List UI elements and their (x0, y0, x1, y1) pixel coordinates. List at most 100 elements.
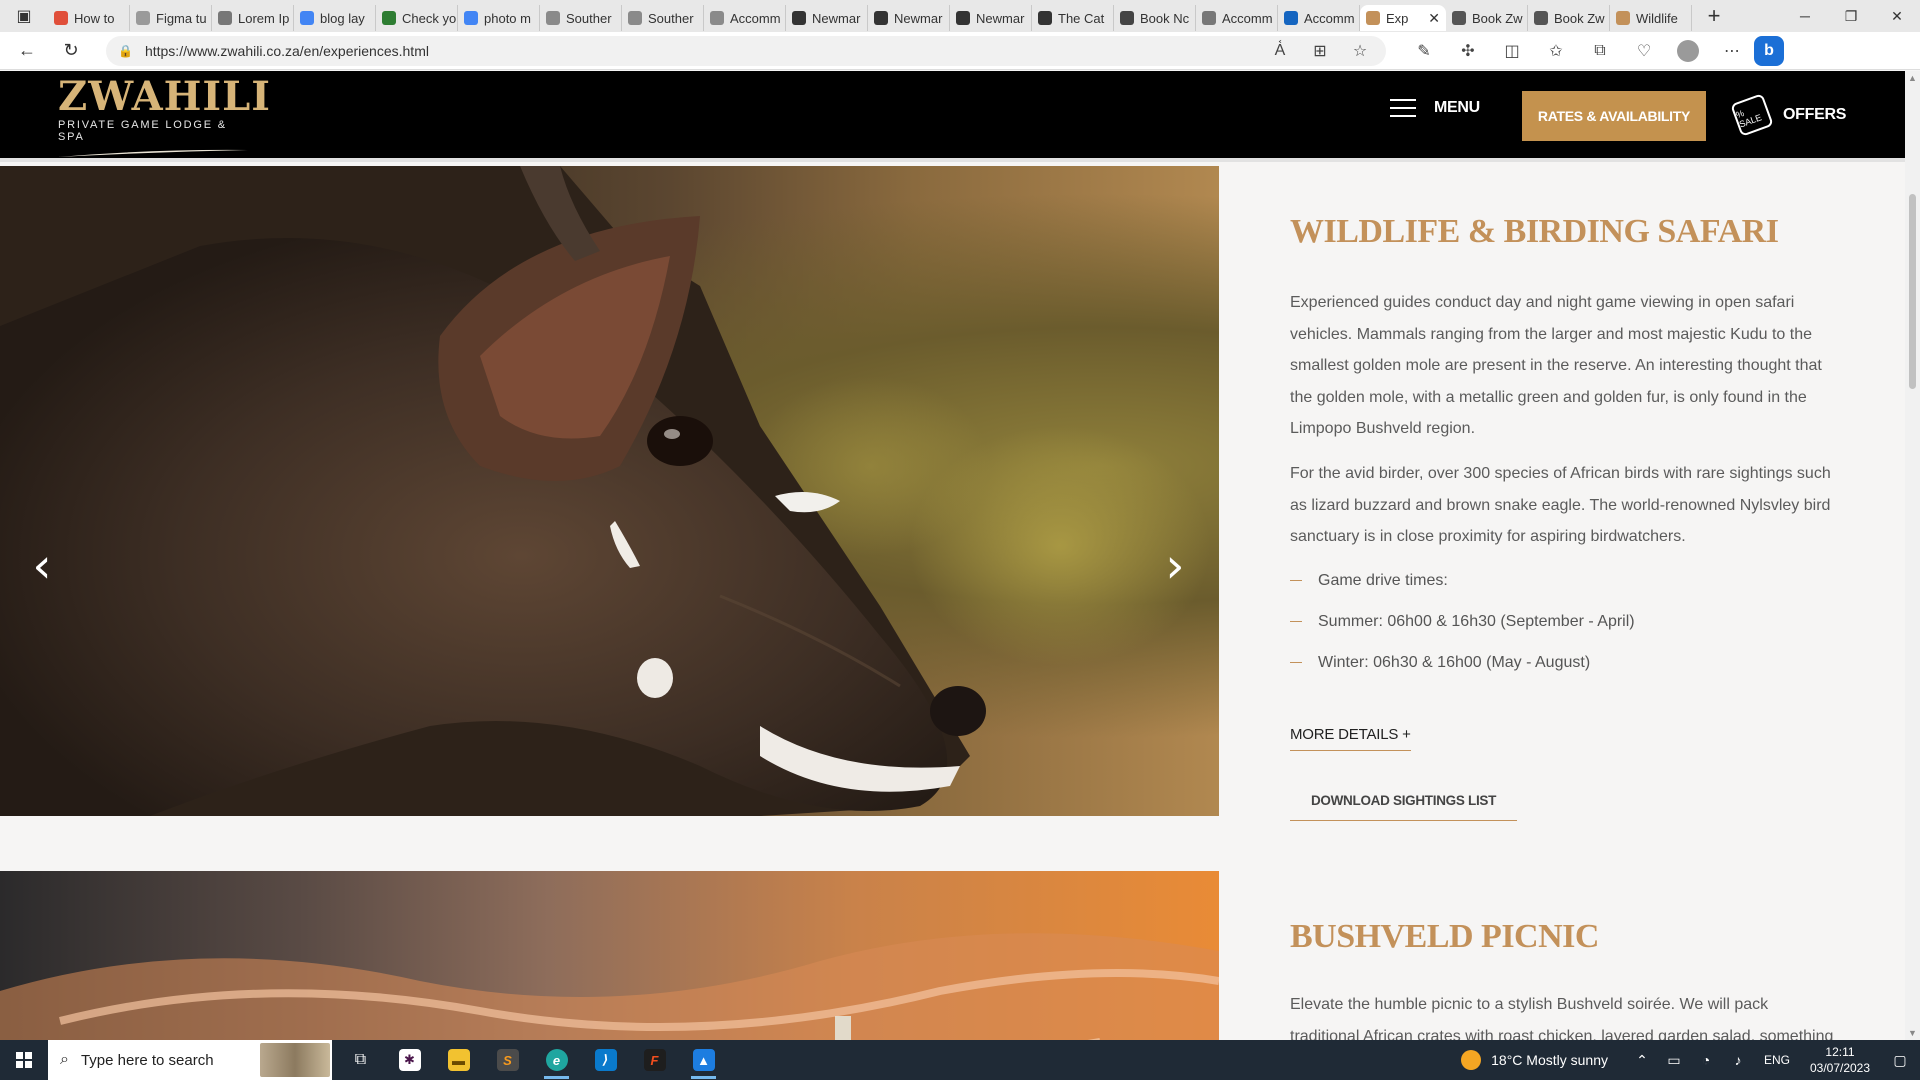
figma-icon[interactable]: F (630, 1040, 679, 1080)
volume-icon[interactable]: ♪ (1722, 1052, 1754, 1068)
taskbar-search[interactable]: ⌕ Type here to search (48, 1040, 332, 1080)
address-bar[interactable]: 🔒 https://www.zwahili.co.za/en/experienc… (106, 35, 1386, 66)
back-icon[interactable]: ← (10, 36, 44, 66)
menu-button[interactable]: MENU (1390, 99, 1480, 117)
browser-tab[interactable]: Exp ✕ (1360, 5, 1446, 31)
download-sightings-button[interactable]: DOWNLOAD SIGHTINGS LIST (1290, 781, 1517, 821)
wildlife-paragraph-2: For the avid birder, over 300 species of… (1290, 465, 1831, 545)
clock[interactable]: 12:11 03/07/2023 (1800, 1044, 1880, 1076)
refresh-icon[interactable]: ↻ (54, 36, 88, 66)
language-indicator[interactable]: ENG (1754, 1053, 1800, 1067)
close-window-icon[interactable]: ✕ (1874, 0, 1920, 32)
tab-title: Newmar (894, 10, 943, 26)
tab-title: Newmar (976, 10, 1025, 26)
picnic-photo (0, 933, 1219, 1040)
rates-availability-button[interactable]: RATES & AVAILABILITY (1522, 91, 1706, 141)
browser-tab[interactable]: Accomm (704, 5, 786, 31)
browser-tab[interactable]: Check yo (376, 5, 458, 31)
collections-icon[interactable]: ⧉ (1578, 36, 1622, 66)
file-explorer-icon[interactable]: ▬ (434, 1040, 483, 1080)
browser-tab[interactable]: Newmar (786, 5, 868, 31)
sublime-text-icon[interactable]: S (483, 1040, 532, 1080)
browser-tab[interactable]: Wildlife (1610, 5, 1692, 31)
more-menu-icon[interactable]: ⋯ (1710, 36, 1754, 66)
browser-tab[interactable]: The Cat (1032, 5, 1114, 31)
tab-title: Book Nc (1140, 10, 1190, 26)
task-view-icon[interactable]: ⧉ (336, 1040, 385, 1080)
favorite-star-icon[interactable]: ☆ (1340, 36, 1380, 66)
weather-sun-icon[interactable] (1461, 1050, 1482, 1070)
vscode-icon[interactable]: ⟩ (581, 1040, 630, 1080)
edge-browser-icon[interactable]: e (532, 1040, 581, 1080)
browser-tab[interactable]: Accomm (1196, 5, 1278, 31)
close-tab-icon[interactable]: ✕ (1428, 10, 1440, 27)
show-hidden-icons-icon[interactable]: ⌃ (1626, 1052, 1658, 1069)
extensions-icon[interactable]: ✣ (1446, 36, 1490, 66)
logo-name: ZWAHILI (58, 73, 271, 120)
wildlife-image-slider: ‹ › (0, 166, 1219, 816)
favorites-icon[interactable]: ✩ (1534, 36, 1578, 66)
offers-link[interactable]: % SALE OFFERS (1730, 93, 1847, 137)
photos-app-icon[interactable]: ▲ (679, 1040, 728, 1080)
meet-now-icon[interactable]: ▭ (1658, 1052, 1690, 1069)
pinned-apps: ⧉ ✱ ▬ S e ⟩ F ▲ (336, 1040, 728, 1080)
scrollbar-thumb[interactable] (1909, 194, 1916, 389)
browser-tab[interactable]: Lorem Ip (212, 5, 294, 31)
scroll-up-icon[interactable]: ▲ (1908, 73, 1917, 83)
minimize-icon[interactable]: ─ (1782, 0, 1828, 32)
browser-tab[interactable]: photo m (458, 5, 540, 31)
tab-title: Figma tu (156, 10, 207, 26)
tripadvisor-icon (1452, 11, 1466, 25)
browser-tab[interactable]: blog lay (294, 5, 376, 31)
weather-text[interactable]: 18°C Mostly sunny (1491, 1052, 1608, 1068)
site-header: ZWAHILI PRIVATE GAME LODGE & SPA MENU RA… (0, 71, 1905, 162)
google-icon (464, 11, 478, 25)
more-details-link[interactable]: MORE DETAILS + (1290, 726, 1411, 751)
url-actions: A᷾ ⊞ ☆ (1260, 36, 1380, 66)
tab-title: How to (74, 10, 115, 26)
address-toolbar: ← ↻ 🔒 https://www.zwahili.co.za/en/exper… (0, 32, 1920, 70)
browser-tab[interactable]: How to (48, 5, 130, 31)
logo-swoosh-icon (58, 149, 248, 157)
wildlife-paragraph-1: Experienced guides conduct day and night… (1290, 294, 1822, 437)
scroll-down-icon[interactable]: ▼ (1908, 1028, 1917, 1038)
windows-taskbar: ⌕ Type here to search ⧉ ✱ ▬ S e ⟩ F ▲ 18… (0, 1040, 1920, 1080)
slider-prev-icon[interactable]: ‹ (22, 536, 62, 596)
kudu-photo (0, 166, 1210, 816)
newmark-icon (792, 11, 806, 25)
browser-essentials-icon[interactable]: ♡ (1622, 36, 1666, 66)
site-icon (546, 11, 560, 25)
browser-tab[interactable]: Souther (622, 5, 704, 31)
browser-tab[interactable]: Figma tu (130, 5, 212, 31)
network-icon[interactable]: ◔ (1690, 1052, 1722, 1068)
newmark-icon (874, 11, 888, 25)
zwahili-logo[interactable]: ZWAHILI PRIVATE GAME LODGE & SPA (58, 73, 271, 157)
newmark-icon (1038, 11, 1052, 25)
new-tab-button[interactable]: + (1698, 0, 1730, 32)
offers-label: OFFERS (1783, 106, 1847, 123)
slider-next-icon[interactable]: › (1155, 536, 1195, 596)
slack-icon[interactable]: ✱ (385, 1040, 434, 1080)
read-aloud-icon[interactable]: A᷾ (1260, 36, 1300, 66)
browser-tab[interactable]: Book Zw (1528, 5, 1610, 31)
tab-title: photo m (484, 10, 531, 26)
browser-tab[interactable]: Book Nc (1114, 5, 1196, 31)
tab-actions-icon[interactable]: ▣ (0, 0, 48, 32)
profile-avatar[interactable] (1666, 36, 1710, 66)
bing-copilot-icon[interactable]: b (1754, 35, 1784, 66)
browser-tab[interactable]: Newmar (868, 5, 950, 31)
page-scrollbar[interactable]: ▲ ▼ (1905, 71, 1920, 1040)
split-screen-icon[interactable]: ◫ (1490, 36, 1534, 66)
extension-pen-icon[interactable]: ✎ (1402, 36, 1446, 66)
game-drive-times-list: Game drive times: Summer: 06h00 & 16h30 … (1290, 560, 1835, 683)
notifications-icon[interactable]: ▢ (1880, 1052, 1920, 1069)
app-available-icon[interactable]: ⊞ (1300, 36, 1340, 66)
start-button[interactable] (0, 1040, 48, 1080)
zwahili-icon (1616, 11, 1630, 25)
browser-tab[interactable]: Souther (540, 5, 622, 31)
browser-tab[interactable]: Accomm (1278, 5, 1360, 31)
newmark-icon (956, 11, 970, 25)
browser-tab[interactable]: Newmar (950, 5, 1032, 31)
browser-tab[interactable]: Book Zw (1446, 5, 1528, 31)
restore-icon[interactable]: ❐ (1828, 0, 1874, 32)
